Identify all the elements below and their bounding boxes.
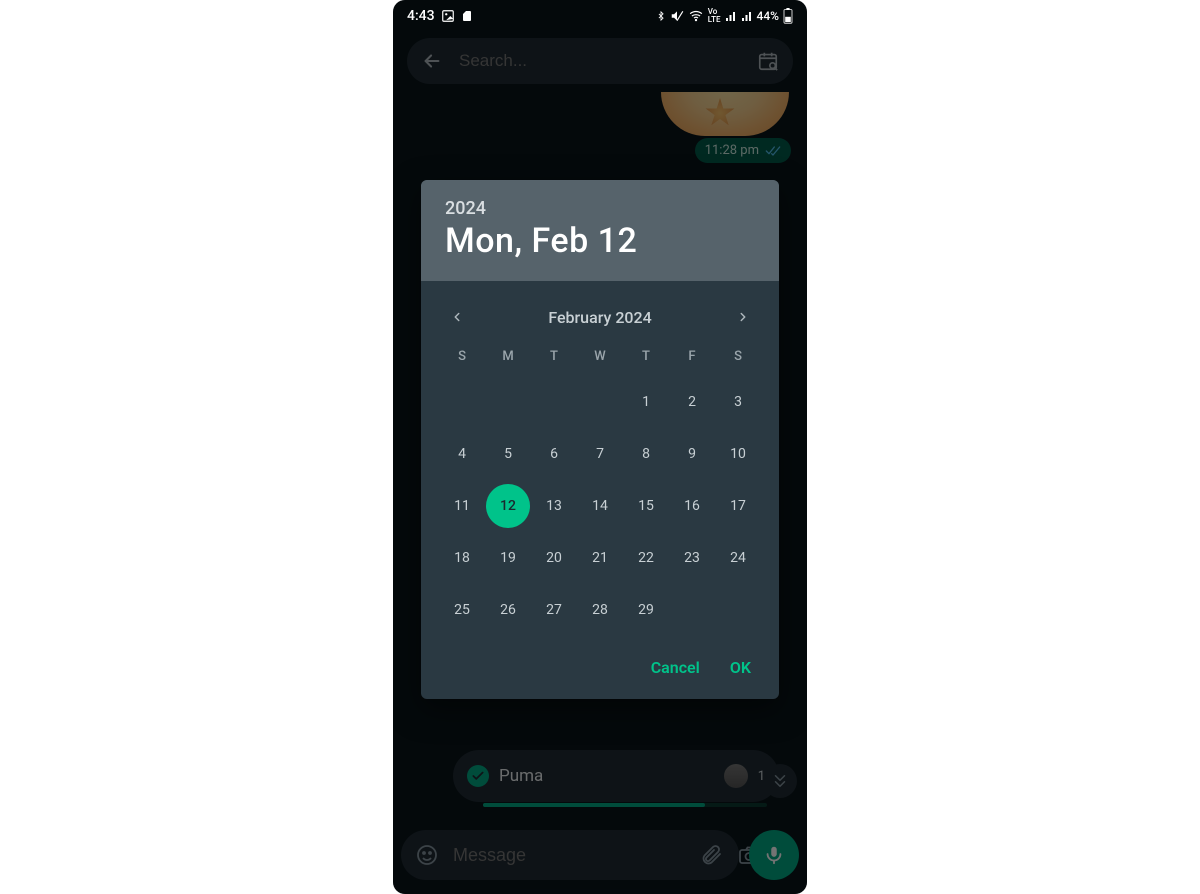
read-checks-icon [765,145,781,157]
calendar-day-26[interactable]: 26 [486,588,530,632]
calendar-day-7[interactable]: 7 [578,432,622,476]
calendar-day-18[interactable]: 18 [440,536,484,580]
calendar-cell-empty [532,380,576,424]
search-bar [407,38,793,84]
calendar-day-14[interactable]: 14 [578,484,622,528]
day-of-week-header: F [669,349,715,372]
calendar-day-22[interactable]: 22 [624,536,668,580]
calendar-day-29[interactable]: 29 [624,588,668,632]
draft-pill[interactable]: Puma 1 [453,750,779,802]
sdcard-icon [461,9,473,23]
battery-icon [783,8,793,24]
calendar-grid: SMTWTFS123456789101112131415161718192021… [439,349,761,632]
calendar-day-24[interactable]: 24 [716,536,760,580]
calendar-day-8[interactable]: 8 [624,432,668,476]
message-time-pill: 11:28 pm [695,138,791,163]
signal-icon-2 [741,10,753,22]
wifi-icon [688,9,704,23]
day-of-week-header: T [623,349,669,372]
calendar-day-20[interactable]: 20 [532,536,576,580]
calendar-day-9[interactable]: 9 [670,432,714,476]
date-picker-modal: 2024 Mon, Feb 12 February 2024 SMTWTFS12… [421,180,779,699]
day-of-week-header: T [531,349,577,372]
month-label: February 2024 [548,308,651,327]
message-input[interactable] [453,845,685,866]
calendar-search-button[interactable] [757,50,779,72]
message-input-bar [401,830,739,880]
calendar-day-10[interactable]: 10 [716,432,760,476]
emoji-button[interactable] [415,843,439,867]
attach-button[interactable] [699,843,723,867]
status-bar: 4:43 VoLTE [393,0,807,32]
date-picker-header: 2024 Mon, Feb 12 [421,180,779,281]
calendar-day-16[interactable]: 16 [670,484,714,528]
day-of-week-header: W [577,349,623,372]
calendar-day-12[interactable]: 12 [486,484,530,528]
cancel-button[interactable]: Cancel [651,658,700,677]
date-picker-year[interactable]: 2024 [445,198,755,219]
sticker-image [661,92,789,136]
calendar-day-25[interactable]: 25 [440,588,484,632]
draft-avatar [724,764,748,788]
back-button[interactable] [421,50,443,72]
calendar-day-6[interactable]: 6 [532,432,576,476]
calendar-cell-empty [578,380,622,424]
verified-icon [467,765,489,787]
battery-text: 44% [757,9,779,23]
signal-icon-1 [725,10,737,22]
calendar-day-15[interactable]: 15 [624,484,668,528]
next-month-button[interactable] [729,303,757,331]
network-label: VoLTE [708,8,721,24]
date-picker-date-string[interactable]: Mon, Feb 12 [445,221,755,261]
calendar-day-1[interactable]: 1 [624,380,668,424]
calendar-day-23[interactable]: 23 [670,536,714,580]
day-of-week-header: S [715,349,761,372]
day-of-week-header: S [439,349,485,372]
draft-progress [483,803,767,807]
calendar-day-21[interactable]: 21 [578,536,622,580]
image-icon [441,9,455,23]
calendar-day-4[interactable]: 4 [440,432,484,476]
calendar-day-28[interactable]: 28 [578,588,622,632]
calendar-day-13[interactable]: 13 [532,484,576,528]
status-time: 4:43 [407,8,435,24]
phone-frame: 4:43 VoLTE [393,0,807,894]
calendar-day-3[interactable]: 3 [716,380,760,424]
calendar-day-2[interactable]: 2 [670,380,714,424]
day-of-week-header: M [485,349,531,372]
scroll-down-button[interactable] [763,764,797,798]
calendar-day-5[interactable]: 5 [486,432,530,476]
ok-button[interactable]: OK [730,658,751,677]
search-input[interactable] [459,51,741,71]
mic-button[interactable] [749,830,799,880]
bluetooth-icon [656,9,666,23]
calendar-day-27[interactable]: 27 [532,588,576,632]
calendar-day-19[interactable]: 19 [486,536,530,580]
message-time: 11:28 pm [705,143,759,158]
calendar-day-11[interactable]: 11 [440,484,484,528]
calendar-cell-empty [440,380,484,424]
draft-title: Puma [499,766,714,786]
calendar-day-17[interactable]: 17 [716,484,760,528]
calendar-cell-empty [486,380,530,424]
mute-icon [670,9,684,23]
prev-month-button[interactable] [443,303,471,331]
